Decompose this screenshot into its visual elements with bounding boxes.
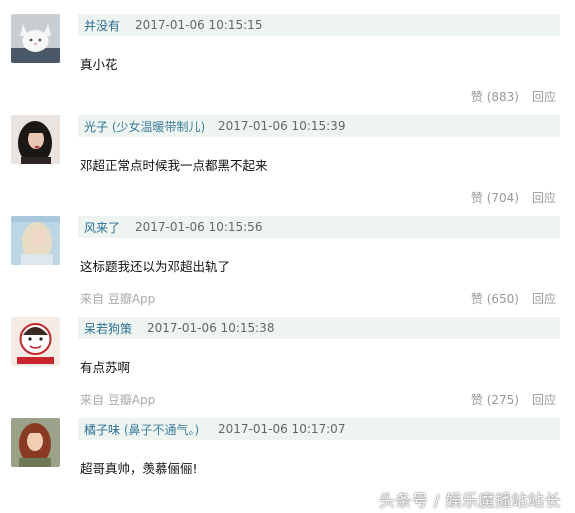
comment-actions: 赞 (704) 回应 bbox=[471, 189, 556, 206]
author-name[interactable]: 风来了 bbox=[84, 219, 120, 236]
comment-text: 邓超正常点时候我一点都黑不起来 bbox=[80, 158, 268, 173]
like-button[interactable]: 赞 (650) bbox=[471, 292, 519, 306]
reply-button[interactable]: 回应 bbox=[532, 393, 556, 407]
like-button[interactable]: 赞 (704) bbox=[471, 191, 519, 205]
comment-time: 2017-01-06 10:17:07 bbox=[218, 422, 346, 436]
reply-button[interactable]: 回应 bbox=[532, 292, 556, 306]
comment-text: 有点苏啊 bbox=[80, 360, 131, 375]
comment-actions: 赞 (650) 回应 bbox=[471, 290, 556, 307]
watermark: 头条号 / 娱乐魔播站站长 bbox=[378, 491, 561, 510]
comment-time: 2017-01-06 10:15:15 bbox=[135, 18, 263, 32]
author-note: (鼻子不通气。) bbox=[123, 423, 200, 437]
comment-source: 来自 豆瓣App bbox=[80, 393, 156, 407]
author-name[interactable]: 橘子味 (鼻子不通气。) bbox=[84, 421, 199, 438]
comment-time: 2017-01-06 10:15:56 bbox=[135, 220, 263, 234]
author-name[interactable]: 光子 (少女温暖带制儿) bbox=[84, 118, 205, 135]
dark-hair-girl-avatar-icon[interactable] bbox=[11, 115, 60, 164]
comment-header: 橘子味 (鼻子不通气。) 2017-01-06 10:17:07 bbox=[78, 418, 560, 440]
comment-header: 风来了 2017-01-06 10:15:56 bbox=[78, 216, 560, 238]
blonde-girl-avatar-icon[interactable] bbox=[11, 216, 60, 265]
like-button[interactable]: 赞 (275) bbox=[471, 393, 519, 407]
comment-text: 超哥真帅，羡慕俪俪! bbox=[80, 461, 198, 476]
comment-header: 呆若狗策 2017-01-06 10:15:38 bbox=[78, 317, 560, 339]
like-button[interactable]: 赞 (883) bbox=[471, 90, 519, 104]
red-hair-girl-avatar-icon[interactable] bbox=[11, 418, 60, 467]
comment-text: 真小花 bbox=[80, 57, 118, 72]
comment-header: 光子 (少女温暖带制儿) 2017-01-06 10:15:39 bbox=[78, 115, 560, 137]
cartoon-face-avatar-icon[interactable] bbox=[11, 317, 60, 366]
comment-time: 2017-01-06 10:15:39 bbox=[218, 119, 346, 133]
reply-button[interactable]: 回应 bbox=[532, 191, 556, 205]
comment-source: 来自 豆瓣App bbox=[80, 292, 156, 306]
author-note: (少女温暖带制儿) bbox=[111, 120, 206, 134]
comment-actions: 赞 (275) 回应 bbox=[471, 391, 556, 408]
cat-avatar-icon[interactable] bbox=[11, 14, 60, 63]
comment-time: 2017-01-06 10:15:38 bbox=[147, 321, 275, 335]
comment-text: 这标题我还以为邓超出轨了 bbox=[80, 259, 231, 274]
author-name[interactable]: 并没有 bbox=[84, 17, 120, 34]
reply-button[interactable]: 回应 bbox=[532, 90, 556, 104]
comment-actions: 赞 (883) 回应 bbox=[471, 88, 556, 105]
author-name[interactable]: 呆若狗策 bbox=[84, 320, 132, 337]
comment-header: 并没有 2017-01-06 10:15:15 bbox=[78, 14, 560, 36]
